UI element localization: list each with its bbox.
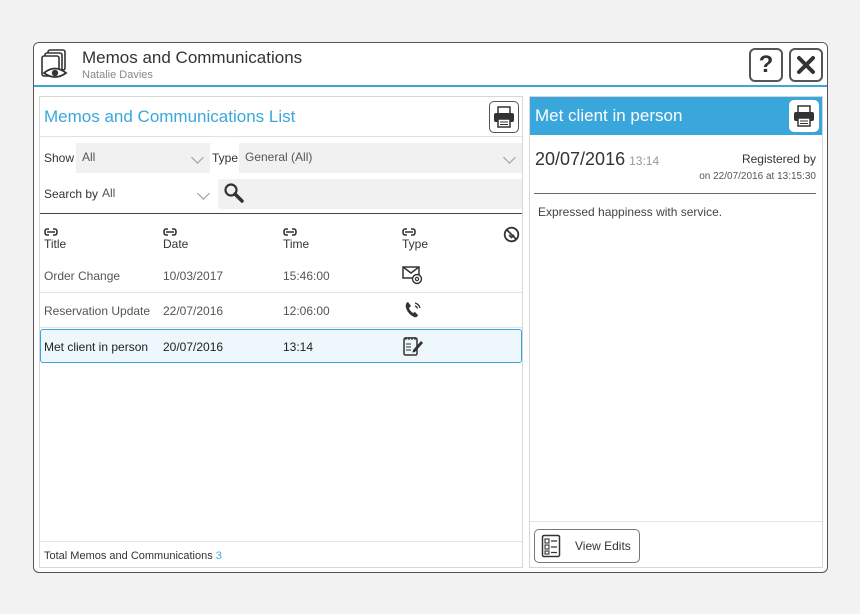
column-header-type[interactable]: Type [402,228,428,251]
row-time: 13:14 [283,340,314,354]
column-label: Title [44,237,67,251]
sort-icon [44,228,58,236]
notepad-icon [403,337,423,356]
chevron-down-icon [197,187,210,200]
close-button[interactable] [789,48,823,82]
column-label: Time [283,237,310,251]
memo-detail-panel: Met client in person 20/07/2016 13:14 Reg… [529,96,823,568]
registered-on: on 22/07/2016 at 13:15:30 [699,171,816,182]
detail-date: 20/07/2016 13:14 [535,149,659,170]
table-row[interactable]: Reservation Update 22/07/2016 12:06:00 [40,294,522,328]
list-footer: Total Memos and Communications 3 [40,541,522,567]
column-header-time[interactable]: Time [283,228,309,251]
detail-title: Met client in person [535,106,683,125]
search-by-value: All [102,186,116,200]
window-subtitle: Natalie Davies [82,69,153,81]
title-bar: Memos and Communications Natalie Davies … [34,43,827,87]
list-panel-title: Memos and Communications List [44,107,296,126]
detail-date-value: 20/07/2016 [535,149,626,169]
chevron-down-icon [191,151,204,164]
column-label: Type [402,237,429,251]
sort-icon [283,228,297,236]
memos-window: Memos and Communications Natalie Davies … [33,42,828,573]
show-select[interactable]: All [76,143,210,173]
chevron-down-icon [503,151,516,164]
search-by-label: Search by [44,187,99,201]
sort-icon [402,228,416,236]
filter-row-search: Search by All [40,175,522,211]
detail-panel-header: Met client in person [530,97,822,135]
type-label: Type [212,151,239,165]
detail-divider [534,193,816,194]
search-input[interactable] [218,179,522,209]
close-icon [797,56,815,74]
window-title: Memos and Communications [82,48,303,67]
total-count: 3 [215,550,222,562]
filter-row-show-type: Show All Type General (All) [40,139,522,175]
row-title: Reservation Update [44,304,151,318]
checklist-icon [541,534,561,558]
row-date: 20/07/2016 [163,340,224,354]
view-edits-label: View Edits [575,539,631,553]
row-date: 10/03/2017 [163,269,224,283]
print-list-button[interactable] [489,101,519,133]
column-header-date[interactable]: Date [163,228,188,251]
table-row[interactable]: Order Change 10/03/2017 15:46:00 [40,259,522,293]
print-detail-button[interactable] [789,100,819,132]
row-time: 15:46:00 [283,269,330,283]
list-panel-header: Memos and Communications List [40,97,522,137]
help-button[interactable]: ? [749,48,783,82]
detail-body: Expressed happiness with service. [538,205,723,219]
help-icon: ? [758,51,774,78]
clear-sort-icon[interactable] [503,226,520,243]
column-header-title[interactable]: Title [44,228,66,251]
row-title: Met client in person [44,340,149,354]
total-label: Total Memos and Communications [44,550,213,562]
row-date: 22/07/2016 [163,304,224,318]
table-row-selected[interactable]: Met client in person 20/07/2016 13:14 [40,329,522,363]
column-label: Date [163,237,189,251]
registered-by-label: Registered by [741,152,816,166]
show-value: All [82,150,96,164]
memos-eye-icon [41,49,68,78]
detail-footer: View Edits [530,521,822,567]
row-time: 12:06:00 [283,304,330,318]
view-edits-button[interactable]: View Edits [534,529,640,563]
detail-time: 13:14 [629,154,660,168]
type-value: General (All) [245,150,313,164]
phone-icon [405,302,421,318]
printer-icon [794,105,814,127]
type-select[interactable]: General (All) [239,143,522,173]
printer-icon [494,106,514,128]
email-icon [402,266,423,285]
search-icon [224,183,244,203]
sort-icon [163,228,177,236]
row-title: Order Change [44,269,121,283]
search-by-select[interactable]: All [96,179,216,209]
show-label: Show [44,151,75,165]
table-header: Title Date Time Type [40,213,522,255]
memos-list-panel: Memos and Communications List Show All T… [39,96,523,568]
